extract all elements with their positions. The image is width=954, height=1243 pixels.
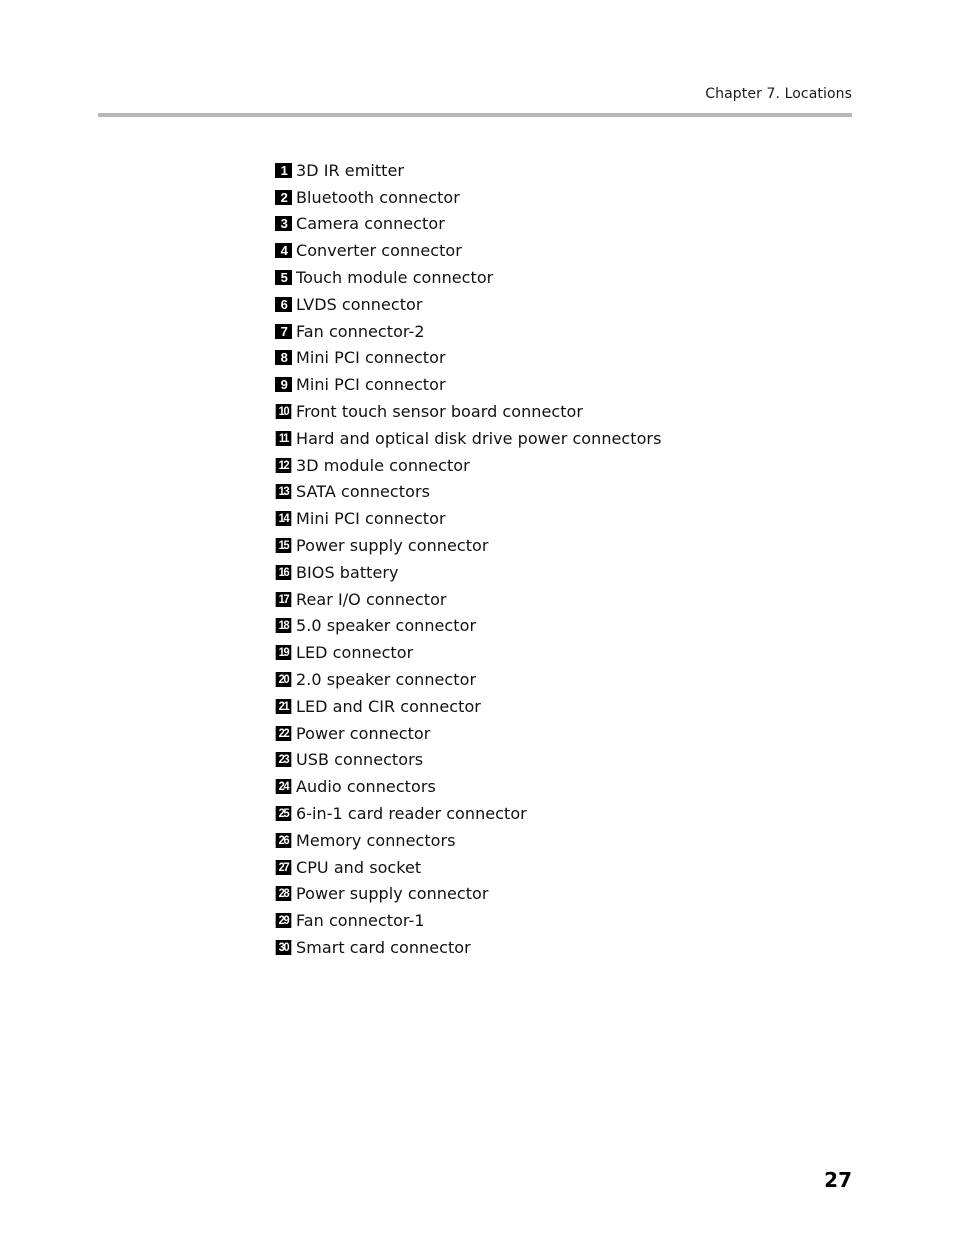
callout-number-badge: 29: [275, 913, 292, 929]
legend-item: 16 BIOS battery: [275, 559, 661, 586]
legend-item-label: Mini PCI connector: [296, 375, 446, 395]
legend-item: 2 Bluetooth connector: [275, 184, 661, 211]
component-legend-list: 1 3D IR emitter 2 Bluetooth connector 3 Camer…: [275, 157, 661, 961]
callout-number-badge: 20: [275, 672, 292, 688]
callout-number-badge: 3: [275, 216, 292, 232]
legend-item-label: LVDS connector: [296, 294, 423, 314]
callout-number-badge: 7: [275, 323, 292, 339]
legend-item-label: LED connector: [296, 643, 414, 663]
callout-number-badge: 17: [275, 591, 292, 607]
legend-item-label: Mini PCI connector: [296, 348, 446, 368]
legend-item: 18 5.0 speaker connector: [275, 613, 661, 640]
legend-item: 20 2.0 speaker connector: [275, 666, 661, 693]
callout-number-badge: 27: [275, 859, 292, 875]
legend-item: 29 Fan connector-1: [275, 907, 661, 934]
callout-number-badge: 28: [275, 886, 292, 902]
legend-item: 6 LVDS connector: [275, 291, 661, 318]
legend-item-label: 2.0 speaker connector: [296, 670, 477, 690]
legend-item: 9 Mini PCI connector: [275, 371, 661, 398]
callout-number-badge: 30: [275, 940, 292, 955]
legend-item-label: Power supply connector: [296, 884, 489, 904]
callout-number-badge: 14: [275, 511, 292, 527]
legend-item-label: 5.0 speaker connector: [296, 616, 477, 636]
callout-number-badge: 19: [275, 645, 292, 661]
legend-item-label: Rear I/O connector: [296, 589, 447, 609]
callout-number-badge: 13: [275, 484, 292, 500]
callout-number-badge: 2: [275, 189, 292, 205]
legend-item: 1 3D IR emitter: [275, 157, 661, 184]
legend-item-label: Power supply connector: [296, 536, 489, 556]
callout-number-badge: 1: [275, 162, 292, 178]
callout-number-badge: 25: [275, 806, 292, 822]
legend-item: 24 Audio connectors: [275, 773, 661, 800]
page-number: 27: [824, 1168, 852, 1192]
legend-item-label: Power connector: [296, 723, 431, 743]
callout-number-badge: 24: [275, 779, 292, 795]
legend-item: 4 Converter connector: [275, 237, 661, 264]
legend-item-label: CPU and socket: [296, 857, 422, 877]
legend-item-label: BIOS battery: [296, 562, 399, 582]
legend-item: 7 Fan connector-2: [275, 318, 661, 345]
callout-number-badge: 5: [275, 270, 292, 286]
legend-item-label: Front touch sensor board connector: [296, 402, 584, 422]
legend-item: 23 USB connectors: [275, 747, 661, 774]
legend-item: 21 LED and CIR connector: [275, 693, 661, 720]
callout-number-badge: 18: [275, 618, 292, 634]
legend-item-label: Fan connector-1: [296, 911, 425, 931]
legend-item-label: Smart card connector: [296, 938, 471, 957]
legend-item-label: Mini PCI connector: [296, 509, 446, 529]
callout-number-badge: 8: [275, 350, 292, 366]
legend-item: 17 Rear I/O connector: [275, 586, 661, 613]
callout-number-badge: 6: [275, 296, 292, 312]
legend-item-label: Memory connectors: [296, 830, 456, 850]
legend-item: 14 Mini PCI connector: [275, 505, 661, 532]
legend-item: 12 3D module connector: [275, 452, 661, 479]
legend-item: 15 Power supply connector: [275, 532, 661, 559]
legend-item: 19 LED connector: [275, 639, 661, 666]
legend-item-label: SATA connectors: [296, 482, 430, 502]
legend-item-label: Converter connector: [296, 241, 462, 261]
legend-item: 22 Power connector: [275, 720, 661, 747]
legend-item-label: Camera connector: [296, 214, 445, 234]
legend-item: 30 Smart card connector: [275, 934, 661, 961]
legend-item: 28 Power supply connector: [275, 881, 661, 908]
legend-item: 11 Hard and optical disk drive power conn…: [275, 425, 661, 452]
callout-number-badge: 26: [275, 832, 292, 848]
legend-item-label: 6-in-1 card reader connector: [296, 804, 527, 824]
callout-number-badge: 22: [275, 725, 292, 741]
legend-item: 3 Camera connector: [275, 211, 661, 238]
callout-number-badge: 11: [275, 430, 292, 446]
callout-number-badge: 16: [275, 564, 292, 580]
legend-item-label: Touch module connector: [296, 268, 494, 288]
legend-item: 25 6-in-1 card reader connector: [275, 800, 661, 827]
legend-item-label: 3D module connector: [296, 455, 470, 475]
legend-item-label: Fan connector-2: [296, 321, 425, 341]
legend-item-label: Bluetooth connector: [296, 187, 460, 207]
running-head: Chapter 7. Locations: [705, 86, 852, 102]
legend-item-label: USB connectors: [296, 750, 424, 770]
callout-number-badge: 9: [275, 377, 292, 393]
legend-item: 27 CPU and socket: [275, 854, 661, 881]
legend-item: 5 Touch module connector: [275, 264, 661, 291]
legend-item: 10 Front touch sensor board connector: [275, 398, 661, 425]
callout-number-badge: 4: [275, 243, 292, 259]
legend-item-label: LED and CIR connector: [296, 696, 481, 716]
legend-item-label: Audio connectors: [296, 777, 436, 797]
callout-number-badge: 10: [275, 404, 292, 420]
callout-number-badge: 21: [275, 698, 292, 714]
header-divider: [98, 113, 852, 117]
callout-number-badge: 15: [275, 538, 292, 554]
legend-item: 26 Memory connectors: [275, 827, 661, 854]
callout-number-badge: 23: [275, 752, 292, 768]
legend-item-label: 3D IR emitter: [296, 160, 405, 180]
legend-item: 13 SATA connectors: [275, 479, 661, 506]
callout-number-badge: 12: [275, 457, 292, 473]
legend-item: 8 Mini PCI connector: [275, 345, 661, 372]
legend-item-label: Hard and optical disk drive power connec…: [296, 428, 662, 448]
